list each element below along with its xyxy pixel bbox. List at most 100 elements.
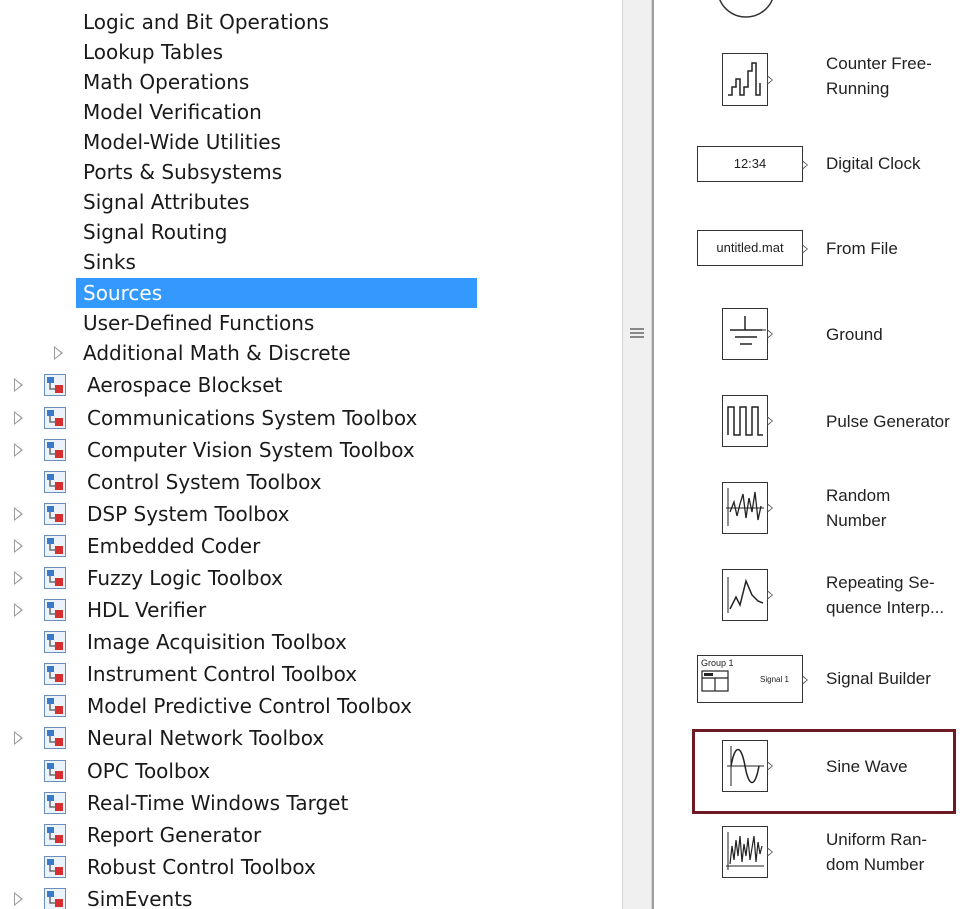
simulink-library-icon <box>44 535 66 557</box>
uniform-random-number-block[interactable] <box>722 826 773 878</box>
expand-arrow-icon[interactable] <box>14 731 24 745</box>
tree-item-signal-routing[interactable]: Signal Routing <box>83 217 227 247</box>
ground-block[interactable] <box>722 308 773 360</box>
signal-builder-group-text: Group 1 <box>701 658 734 668</box>
expand-arrow-icon[interactable] <box>14 378 24 392</box>
pulse-train-icon <box>727 406 763 436</box>
simulink-library-icon <box>44 727 66 749</box>
tree-item-model-wide-utilities[interactable]: Model-Wide Utilities <box>83 127 281 157</box>
digital-clock-block[interactable]: 12:34 <box>697 146 808 182</box>
clock-block-partial-icon[interactable] <box>716 0 776 20</box>
tree-item-label: Neural Network Toolbox <box>87 726 325 750</box>
expand-arrow-icon[interactable] <box>14 571 24 585</box>
expand-arrow-icon[interactable] <box>14 507 24 521</box>
from-file-icon: untitled.mat <box>716 240 784 255</box>
tree-item-label: HDL Verifier <box>87 598 207 622</box>
simulink-library-icon <box>44 792 66 814</box>
tree-item-label: Real-Time Windows Target <box>87 791 349 815</box>
random-number-label: Random Number <box>826 486 891 530</box>
signal-builder-label: Signal Builder <box>826 669 931 688</box>
scroll-grip-icon[interactable] <box>630 328 644 340</box>
tree-item-label: Report Generator <box>87 823 262 847</box>
simulink-library-icon <box>44 856 66 878</box>
tree-item-toolbox[interactable]: OPC Toolbox <box>0 756 620 786</box>
digital-clock-label: Digital Clock <box>826 154 921 173</box>
from-file-block[interactable]: untitled.mat <box>697 230 808 266</box>
signal-builder-signal-text: Signal 1 <box>760 675 789 684</box>
tree-item-toolbox[interactable]: Report Generator <box>0 820 620 850</box>
tree-item-toolbox[interactable]: Computer Vision System Toolbox <box>0 435 620 465</box>
simulink-library-icon <box>44 760 66 782</box>
pulse-generator-label: Pulse Generator <box>826 412 950 431</box>
tree-item-toolbox[interactable]: Instrument Control Toolbox <box>0 659 620 689</box>
tree-item-label: Fuzzy Logic Toolbox <box>87 566 283 590</box>
uniform-random-icon <box>726 832 764 870</box>
expand-arrow-icon[interactable] <box>54 346 64 360</box>
simulink-library-icon <box>44 407 66 429</box>
tree-item-model-verification[interactable]: Model Verification <box>83 97 262 127</box>
random-number-block[interactable] <box>722 482 773 534</box>
simulink-library-icon <box>44 503 66 525</box>
simulink-library-icon <box>44 599 66 621</box>
tree-item-signal-attributes[interactable]: Signal Attributes <box>83 187 250 217</box>
tree-item-label: Aerospace Blockset <box>87 373 283 397</box>
expand-arrow-icon[interactable] <box>14 443 24 457</box>
counter-free-running-block[interactable] <box>722 53 773 106</box>
simulink-library-icon <box>44 567 66 589</box>
tree-item-label: Communications System Toolbox <box>87 406 418 430</box>
simulink-library-icon <box>44 824 66 846</box>
tree-item-toolbox[interactable]: Embedded Coder <box>0 531 620 561</box>
tree-item-toolbox[interactable]: DSP System Toolbox <box>0 499 620 529</box>
tree-item-user-defined-functions[interactable]: User-Defined Functions <box>83 308 314 338</box>
tree-item-toolbox[interactable]: Image Acquisition Toolbox <box>0 627 620 657</box>
tree-item-label: Control System Toolbox <box>87 470 322 494</box>
expand-arrow-icon[interactable] <box>14 892 24 906</box>
counter-free-running-label: Counter Free- Running <box>826 54 932 98</box>
tree-item-logic-and-bit-operations[interactable]: Logic and Bit Operations <box>83 7 329 37</box>
tree-item-label: Computer Vision System Toolbox <box>87 438 415 462</box>
tree-item-lookup-tables[interactable]: Lookup Tables <box>83 37 223 67</box>
tree-scrollbar[interactable] <box>622 0 652 909</box>
signal-builder-icon <box>701 670 729 692</box>
tree-item-label: Model Predictive Control Toolbox <box>87 694 412 718</box>
tree-item-toolbox[interactable]: Control System Toolbox <box>0 467 620 497</box>
tree-item-ports-and-subsystems[interactable]: Ports & Subsystems <box>83 157 282 187</box>
tree-item-toolbox[interactable]: Model Predictive Control Toolbox <box>0 691 620 721</box>
simulink-library-icon <box>44 663 66 685</box>
simulink-library-icon <box>44 695 66 717</box>
tree-item-additional-math-and-discrete[interactable]: Additional Math & Discrete <box>83 338 351 368</box>
ground-label: Ground <box>826 325 883 344</box>
tree-item-label: Instrument Control Toolbox <box>87 662 358 686</box>
simulink-library-icon <box>44 631 66 653</box>
tree-item-label: Robust Control Toolbox <box>87 855 316 879</box>
tree-item-toolbox[interactable]: SimEvents <box>0 884 620 909</box>
simulink-library-icon <box>44 374 66 396</box>
ground-icon <box>730 316 766 345</box>
repeating-sequence-icon <box>727 577 764 613</box>
signal-builder-block[interactable]: Group 1 Signal 1 <box>697 655 808 703</box>
expand-arrow-icon[interactable] <box>14 411 24 425</box>
expand-arrow-icon[interactable] <box>14 539 24 553</box>
expand-arrow-icon[interactable] <box>14 603 24 617</box>
from-file-label: From File <box>826 239 898 258</box>
tree-item-math-operations[interactable]: Math Operations <box>83 67 249 97</box>
tree-item-toolbox[interactable]: Neural Network Toolbox <box>0 723 620 753</box>
pulse-generator-block[interactable] <box>722 395 773 447</box>
digital-clock-icon: 12:34 <box>733 156 767 171</box>
tree-item-toolbox[interactable]: Fuzzy Logic Toolbox <box>0 563 620 593</box>
tree-item-toolbox[interactable]: Robust Control Toolbox <box>0 852 620 882</box>
tree-item-label: Embedded Coder <box>87 534 261 558</box>
sine-wave-highlight-box <box>692 729 956 814</box>
tree-item-sources-selected[interactable]: Sources <box>76 278 477 308</box>
random-signal-icon <box>726 488 764 526</box>
tree-item-toolbox[interactable]: Real-Time Windows Target <box>0 788 620 818</box>
repeating-sequence-interp-block[interactable] <box>722 569 773 621</box>
tree-item-sinks[interactable]: Sinks <box>83 247 136 277</box>
tree-item-label: OPC Toolbox <box>87 759 211 783</box>
tree-item-toolbox[interactable]: Aerospace Blockset <box>0 370 620 400</box>
counter-staircase-icon <box>728 62 761 96</box>
uniform-random-number-label: Uniform Ran-dom Number <box>826 830 928 874</box>
tree-item-toolbox[interactable]: HDL Verifier <box>0 595 620 625</box>
library-tree: Logic and Bit Operations Lookup Tables M… <box>0 0 622 909</box>
tree-item-toolbox[interactable]: Communications System Toolbox <box>0 403 620 433</box>
